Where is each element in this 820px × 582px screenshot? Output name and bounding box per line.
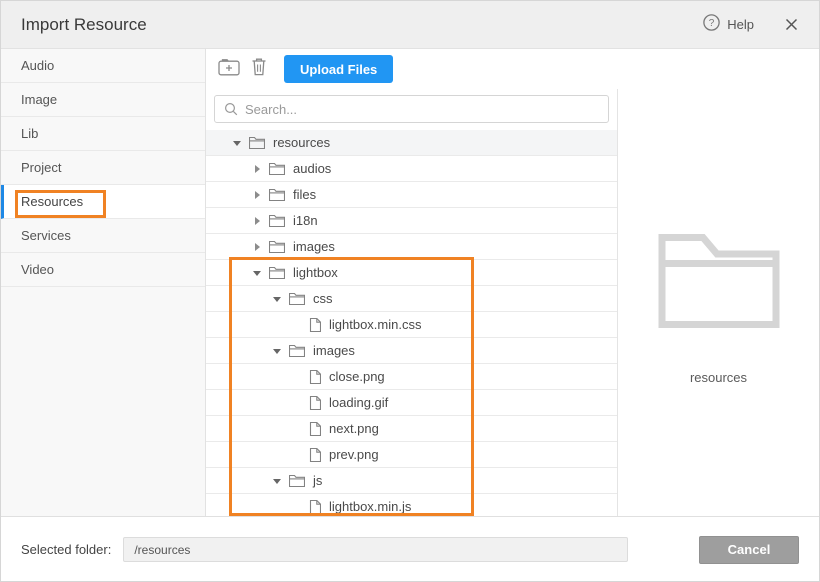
caret-right-icon[interactable] bbox=[251, 241, 263, 253]
tree-row-images[interactable]: images bbox=[206, 234, 617, 260]
caret-spacer bbox=[291, 371, 303, 383]
new-folder-button[interactable] bbox=[214, 55, 244, 83]
tree-row-close-png[interactable]: close.png bbox=[206, 364, 617, 390]
search-bar bbox=[206, 89, 617, 130]
tree-row-next-png[interactable]: next.png bbox=[206, 416, 617, 442]
import-resource-dialog: Import Resource ? Help AudioImageLibProj… bbox=[0, 0, 820, 582]
tree-row-lightbox-min-css[interactable]: lightbox.min.css bbox=[206, 312, 617, 338]
selected-folder-input[interactable] bbox=[123, 537, 628, 562]
caret-down-icon[interactable] bbox=[231, 137, 243, 149]
sidebar-item-video[interactable]: Video bbox=[1, 253, 205, 287]
folder-icon bbox=[269, 188, 285, 201]
tree-item-label: resources bbox=[273, 135, 330, 150]
caret-down-icon[interactable] bbox=[271, 475, 283, 487]
sidebar-item-project[interactable]: Project bbox=[1, 151, 205, 185]
sidebar: AudioImageLibProjectResourcesServicesVid… bbox=[1, 49, 206, 516]
trash-icon bbox=[251, 57, 267, 81]
upload-files-button[interactable]: Upload Files bbox=[284, 55, 393, 83]
tree-item-label: next.png bbox=[329, 421, 379, 436]
caret-spacer bbox=[291, 501, 303, 513]
tree-item-label: images bbox=[313, 343, 355, 358]
dialog-footer: Selected folder: Cancel bbox=[1, 516, 819, 582]
delete-button[interactable] bbox=[244, 55, 274, 83]
tree-item-label: css bbox=[313, 291, 333, 306]
tree-item-label: js bbox=[313, 473, 322, 488]
caret-spacer bbox=[291, 423, 303, 435]
tree-row-resources[interactable]: resources bbox=[206, 130, 617, 156]
file-tree-panel: resources audios files i18n images lightbox cs… bbox=[206, 89, 618, 516]
file-icon bbox=[309, 396, 321, 410]
file-icon bbox=[309, 500, 321, 514]
caret-right-icon[interactable] bbox=[251, 163, 263, 175]
caret-down-icon[interactable] bbox=[271, 293, 283, 305]
sidebar-item-image[interactable]: Image bbox=[1, 83, 205, 117]
tree-row-files[interactable]: files bbox=[206, 182, 617, 208]
tree-row-lightbox-min-js[interactable]: lightbox.min.js bbox=[206, 494, 617, 516]
caret-down-icon[interactable] bbox=[271, 345, 283, 357]
dialog-body: AudioImageLibProjectResourcesServicesVid… bbox=[1, 49, 819, 516]
folder-icon bbox=[269, 240, 285, 253]
tree-item-label: i18n bbox=[293, 213, 318, 228]
caret-spacer bbox=[291, 397, 303, 409]
tree-item-label: lightbox.min.js bbox=[329, 499, 411, 514]
folder-icon bbox=[269, 266, 285, 279]
preview-caption: resources bbox=[690, 370, 747, 385]
caret-right-icon[interactable] bbox=[251, 215, 263, 227]
tree-row-lightbox[interactable]: lightbox bbox=[206, 260, 617, 286]
tree-item-label: files bbox=[293, 187, 316, 202]
svg-text:?: ? bbox=[709, 18, 715, 29]
dialog-header: Import Resource ? Help bbox=[1, 1, 819, 49]
tree-row-i18n[interactable]: i18n bbox=[206, 208, 617, 234]
folder-icon bbox=[249, 136, 265, 149]
large-folder-icon bbox=[657, 233, 781, 334]
preview-panel: resources bbox=[618, 89, 819, 516]
folder-icon bbox=[289, 474, 305, 487]
sidebar-item-services[interactable]: Services bbox=[1, 219, 205, 253]
folder-icon bbox=[289, 344, 305, 357]
help-icon: ? bbox=[703, 14, 720, 36]
dialog-title: Import Resource bbox=[21, 15, 147, 35]
caret-spacer bbox=[291, 319, 303, 331]
tree-item-label: prev.png bbox=[329, 447, 379, 462]
search-icon bbox=[224, 102, 238, 121]
search-input[interactable] bbox=[214, 95, 609, 123]
toolbar: Upload Files bbox=[206, 49, 819, 89]
caret-spacer bbox=[291, 449, 303, 461]
file-icon bbox=[309, 422, 321, 436]
tree-item-label: lightbox.min.css bbox=[329, 317, 421, 332]
tree-item-label: audios bbox=[293, 161, 331, 176]
tree-item-label: loading.gif bbox=[329, 395, 388, 410]
file-icon bbox=[309, 318, 321, 332]
selected-folder-label: Selected folder: bbox=[21, 542, 111, 557]
folder-icon bbox=[269, 214, 285, 227]
file-icon bbox=[309, 448, 321, 462]
sidebar-item-resources[interactable]: Resources bbox=[1, 185, 205, 219]
tree-item-label: images bbox=[293, 239, 335, 254]
folder-icon bbox=[269, 162, 285, 175]
caret-down-icon[interactable] bbox=[251, 267, 263, 279]
tree-row-images[interactable]: images bbox=[206, 338, 617, 364]
sidebar-item-lib[interactable]: Lib bbox=[1, 117, 205, 151]
caret-right-icon[interactable] bbox=[251, 189, 263, 201]
tree-row-js[interactable]: js bbox=[206, 468, 617, 494]
tree-row-audios[interactable]: audios bbox=[206, 156, 617, 182]
tree-item-label: lightbox bbox=[293, 265, 338, 280]
new-folder-icon bbox=[218, 58, 240, 81]
sidebar-item-audio[interactable]: Audio bbox=[1, 49, 205, 83]
help-button[interactable]: ? Help bbox=[703, 14, 754, 36]
help-label: Help bbox=[727, 17, 754, 32]
folder-icon bbox=[289, 292, 305, 305]
content-area: resources audios files i18n images lightbox cs… bbox=[206, 89, 819, 516]
tree-row-css[interactable]: css bbox=[206, 286, 617, 312]
file-icon bbox=[309, 370, 321, 384]
file-tree: resources audios files i18n images lightbox cs… bbox=[206, 130, 617, 516]
cancel-button[interactable]: Cancel bbox=[699, 536, 799, 564]
close-icon[interactable] bbox=[784, 17, 799, 32]
tree-row-prev-png[interactable]: prev.png bbox=[206, 442, 617, 468]
main-panel: Upload Files resources audios files i18n ima… bbox=[206, 49, 819, 516]
tree-row-loading-gif[interactable]: loading.gif bbox=[206, 390, 617, 416]
tree-item-label: close.png bbox=[329, 369, 385, 384]
